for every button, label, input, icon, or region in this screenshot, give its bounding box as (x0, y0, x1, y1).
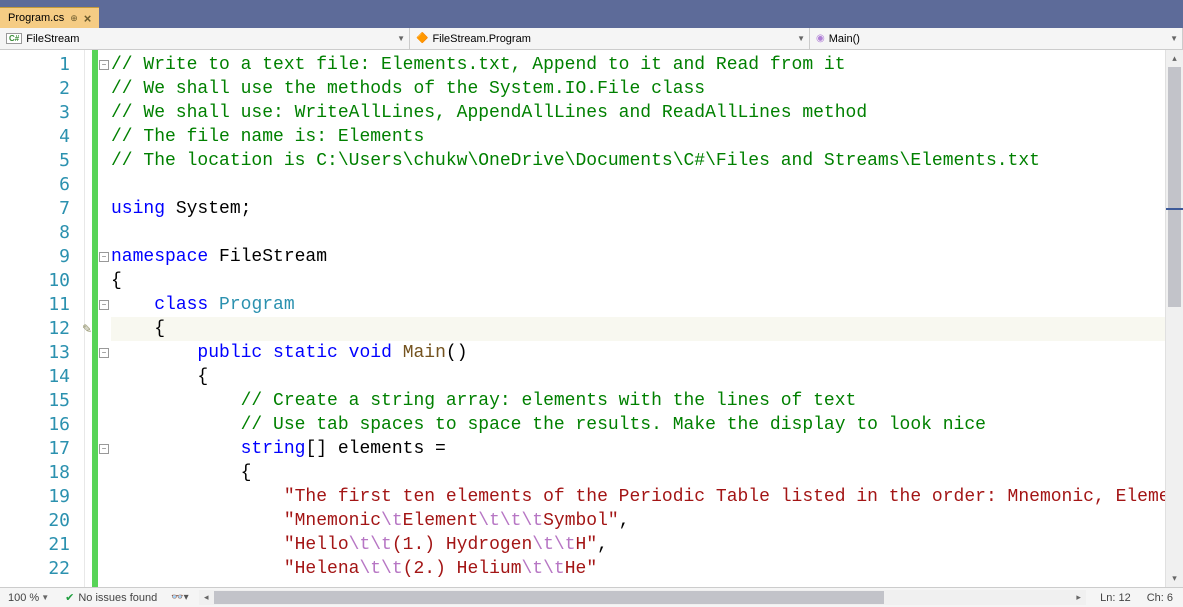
vertical-scrollbar[interactable]: ▴ ▾ (1165, 50, 1183, 587)
code-line[interactable] (111, 221, 1165, 245)
edit-marker-icon: ✎ (82, 322, 92, 336)
tab-bar: Program.cs ⊕ × (0, 6, 1183, 28)
chevron-down-icon[interactable]: ▼ (41, 593, 49, 602)
fold-toggle[interactable]: − (99, 252, 109, 262)
code-line[interactable]: using System; (111, 197, 1165, 221)
code-line[interactable]: public static void Main() (111, 341, 1165, 365)
scroll-thumb[interactable] (1168, 67, 1181, 307)
nav-class-label: FileStream.Program (432, 33, 530, 45)
method-icon: ◉ (816, 33, 825, 44)
scroll-left-icon[interactable]: ◂ (199, 592, 214, 603)
scroll-right-icon[interactable]: ▸ (1071, 592, 1086, 603)
code-area[interactable]: // Write to a text file: Elements.txt, A… (109, 50, 1165, 587)
line-number: 18 (0, 461, 84, 485)
code-line[interactable]: // The file name is: Elements (111, 125, 1165, 149)
chevron-down-icon[interactable]: ▼ (397, 34, 405, 43)
fold-toggle[interactable]: − (99, 60, 109, 70)
pin-icon[interactable]: ⊕ (70, 13, 78, 24)
line-number: 12 (0, 317, 84, 341)
line-number: 5 (0, 149, 84, 173)
line-number: 6 (0, 173, 84, 197)
code-line[interactable]: "The first ten elements of the Periodic … (111, 485, 1165, 509)
code-line[interactable]: // The location is C:\Users\chukw\OneDri… (111, 149, 1165, 173)
close-icon[interactable]: × (84, 12, 92, 25)
chevron-down-icon[interactable]: ▼ (797, 34, 805, 43)
tab-label: Program.cs (8, 12, 64, 24)
code-line[interactable]: // We shall use: WriteAllLines, AppendAl… (111, 101, 1165, 125)
code-line[interactable]: { (111, 269, 1165, 293)
editor: 12345678910111213141516171819202122 −−−−… (0, 50, 1183, 587)
caret-position: Ln: 12 Ch: 6 (1090, 592, 1183, 604)
issues-label: No issues found (78, 592, 157, 604)
code-line[interactable]: "Mnemonic\tElement\t\t\tSymbol", (111, 509, 1165, 533)
line-number-gutter: 12345678910111213141516171819202122 (0, 50, 85, 587)
line-number: 22 (0, 557, 84, 581)
line-number: 17 (0, 437, 84, 461)
horizontal-scrollbar[interactable]: ◂ ▸ (199, 590, 1086, 605)
code-line[interactable]: // Create a string array: elements with … (111, 389, 1165, 413)
line-number: 1 (0, 53, 84, 77)
zoom-label: 100 % (8, 592, 39, 604)
code-line[interactable]: "Helena\t\t(2.) Helium\t\tHe" (111, 557, 1165, 581)
nav-class[interactable]: 🔶 FileStream.Program ▼ (410, 28, 810, 49)
line-number: 4 (0, 125, 84, 149)
line-number: 20 (0, 509, 84, 533)
nav-namespace-label: FileStream (26, 33, 79, 45)
code-line[interactable]: // Write to a text file: Elements.txt, A… (111, 53, 1165, 77)
line-number: 8 (0, 221, 84, 245)
class-icon: 🔶 (416, 33, 428, 44)
zoom-level[interactable]: 100 % ▼ (0, 592, 57, 604)
line-number: 7 (0, 197, 84, 221)
code-line[interactable]: { (111, 461, 1165, 485)
fold-margin: − − − − − ✎ (85, 50, 109, 587)
nav-method[interactable]: ◉ Main() ▼ (810, 28, 1183, 49)
line-number: 21 (0, 533, 84, 557)
code-line[interactable]: "Hello\t\t(1.) Hydrogen\t\tH", (111, 533, 1165, 557)
code-line[interactable]: string[] elements = (111, 437, 1165, 461)
line-number: 2 (0, 77, 84, 101)
fold-toggle[interactable]: − (99, 348, 109, 358)
line-number: 15 (0, 389, 84, 413)
code-line[interactable]: { (111, 317, 1165, 341)
fold-toggle[interactable]: − (99, 444, 109, 454)
line-number: 19 (0, 485, 84, 509)
code-line[interactable]: // Use tab spaces to space the results. … (111, 413, 1165, 437)
scroll-thumb[interactable] (214, 591, 884, 604)
scroll-up-icon[interactable]: ▴ (1166, 50, 1183, 67)
code-line[interactable]: // We shall use the methods of the Syste… (111, 77, 1165, 101)
code-line[interactable]: class Program (111, 293, 1165, 317)
csharp-icon: C# (6, 33, 22, 44)
line-number: 14 (0, 365, 84, 389)
line-number: 11 (0, 293, 84, 317)
chevron-down-icon[interactable]: ▼ (1170, 34, 1178, 43)
scroll-track[interactable] (214, 590, 1071, 605)
tab-program[interactable]: Program.cs ⊕ × (0, 7, 99, 28)
line-number: 3 (0, 101, 84, 125)
scroll-caret-marker (1166, 208, 1183, 210)
scroll-down-icon[interactable]: ▾ (1166, 570, 1183, 587)
line-number: 10 (0, 269, 84, 293)
line-number: 9 (0, 245, 84, 269)
check-icon: ✔ (65, 591, 74, 604)
code-line[interactable] (111, 173, 1165, 197)
code-line[interactable]: namespace FileStream (111, 245, 1165, 269)
line-number: 13 (0, 341, 84, 365)
glasses-icon[interactable]: 👓▾ (165, 592, 194, 603)
nav-method-label: Main() (829, 33, 860, 45)
line-indicator: Ln: 12 (1100, 592, 1131, 604)
code-line[interactable]: { (111, 365, 1165, 389)
navigation-bar: C# FileStream ▼ 🔶 FileStream.Program ▼ ◉… (0, 28, 1183, 50)
col-indicator: Ch: 6 (1147, 592, 1173, 604)
nav-namespace[interactable]: C# FileStream ▼ (0, 28, 410, 49)
line-number: 16 (0, 413, 84, 437)
fold-toggle[interactable]: − (99, 300, 109, 310)
issues-indicator[interactable]: ✔ No issues found (57, 591, 165, 604)
status-bar: 100 % ▼ ✔ No issues found 👓▾ ◂ ▸ Ln: 12 … (0, 587, 1183, 607)
